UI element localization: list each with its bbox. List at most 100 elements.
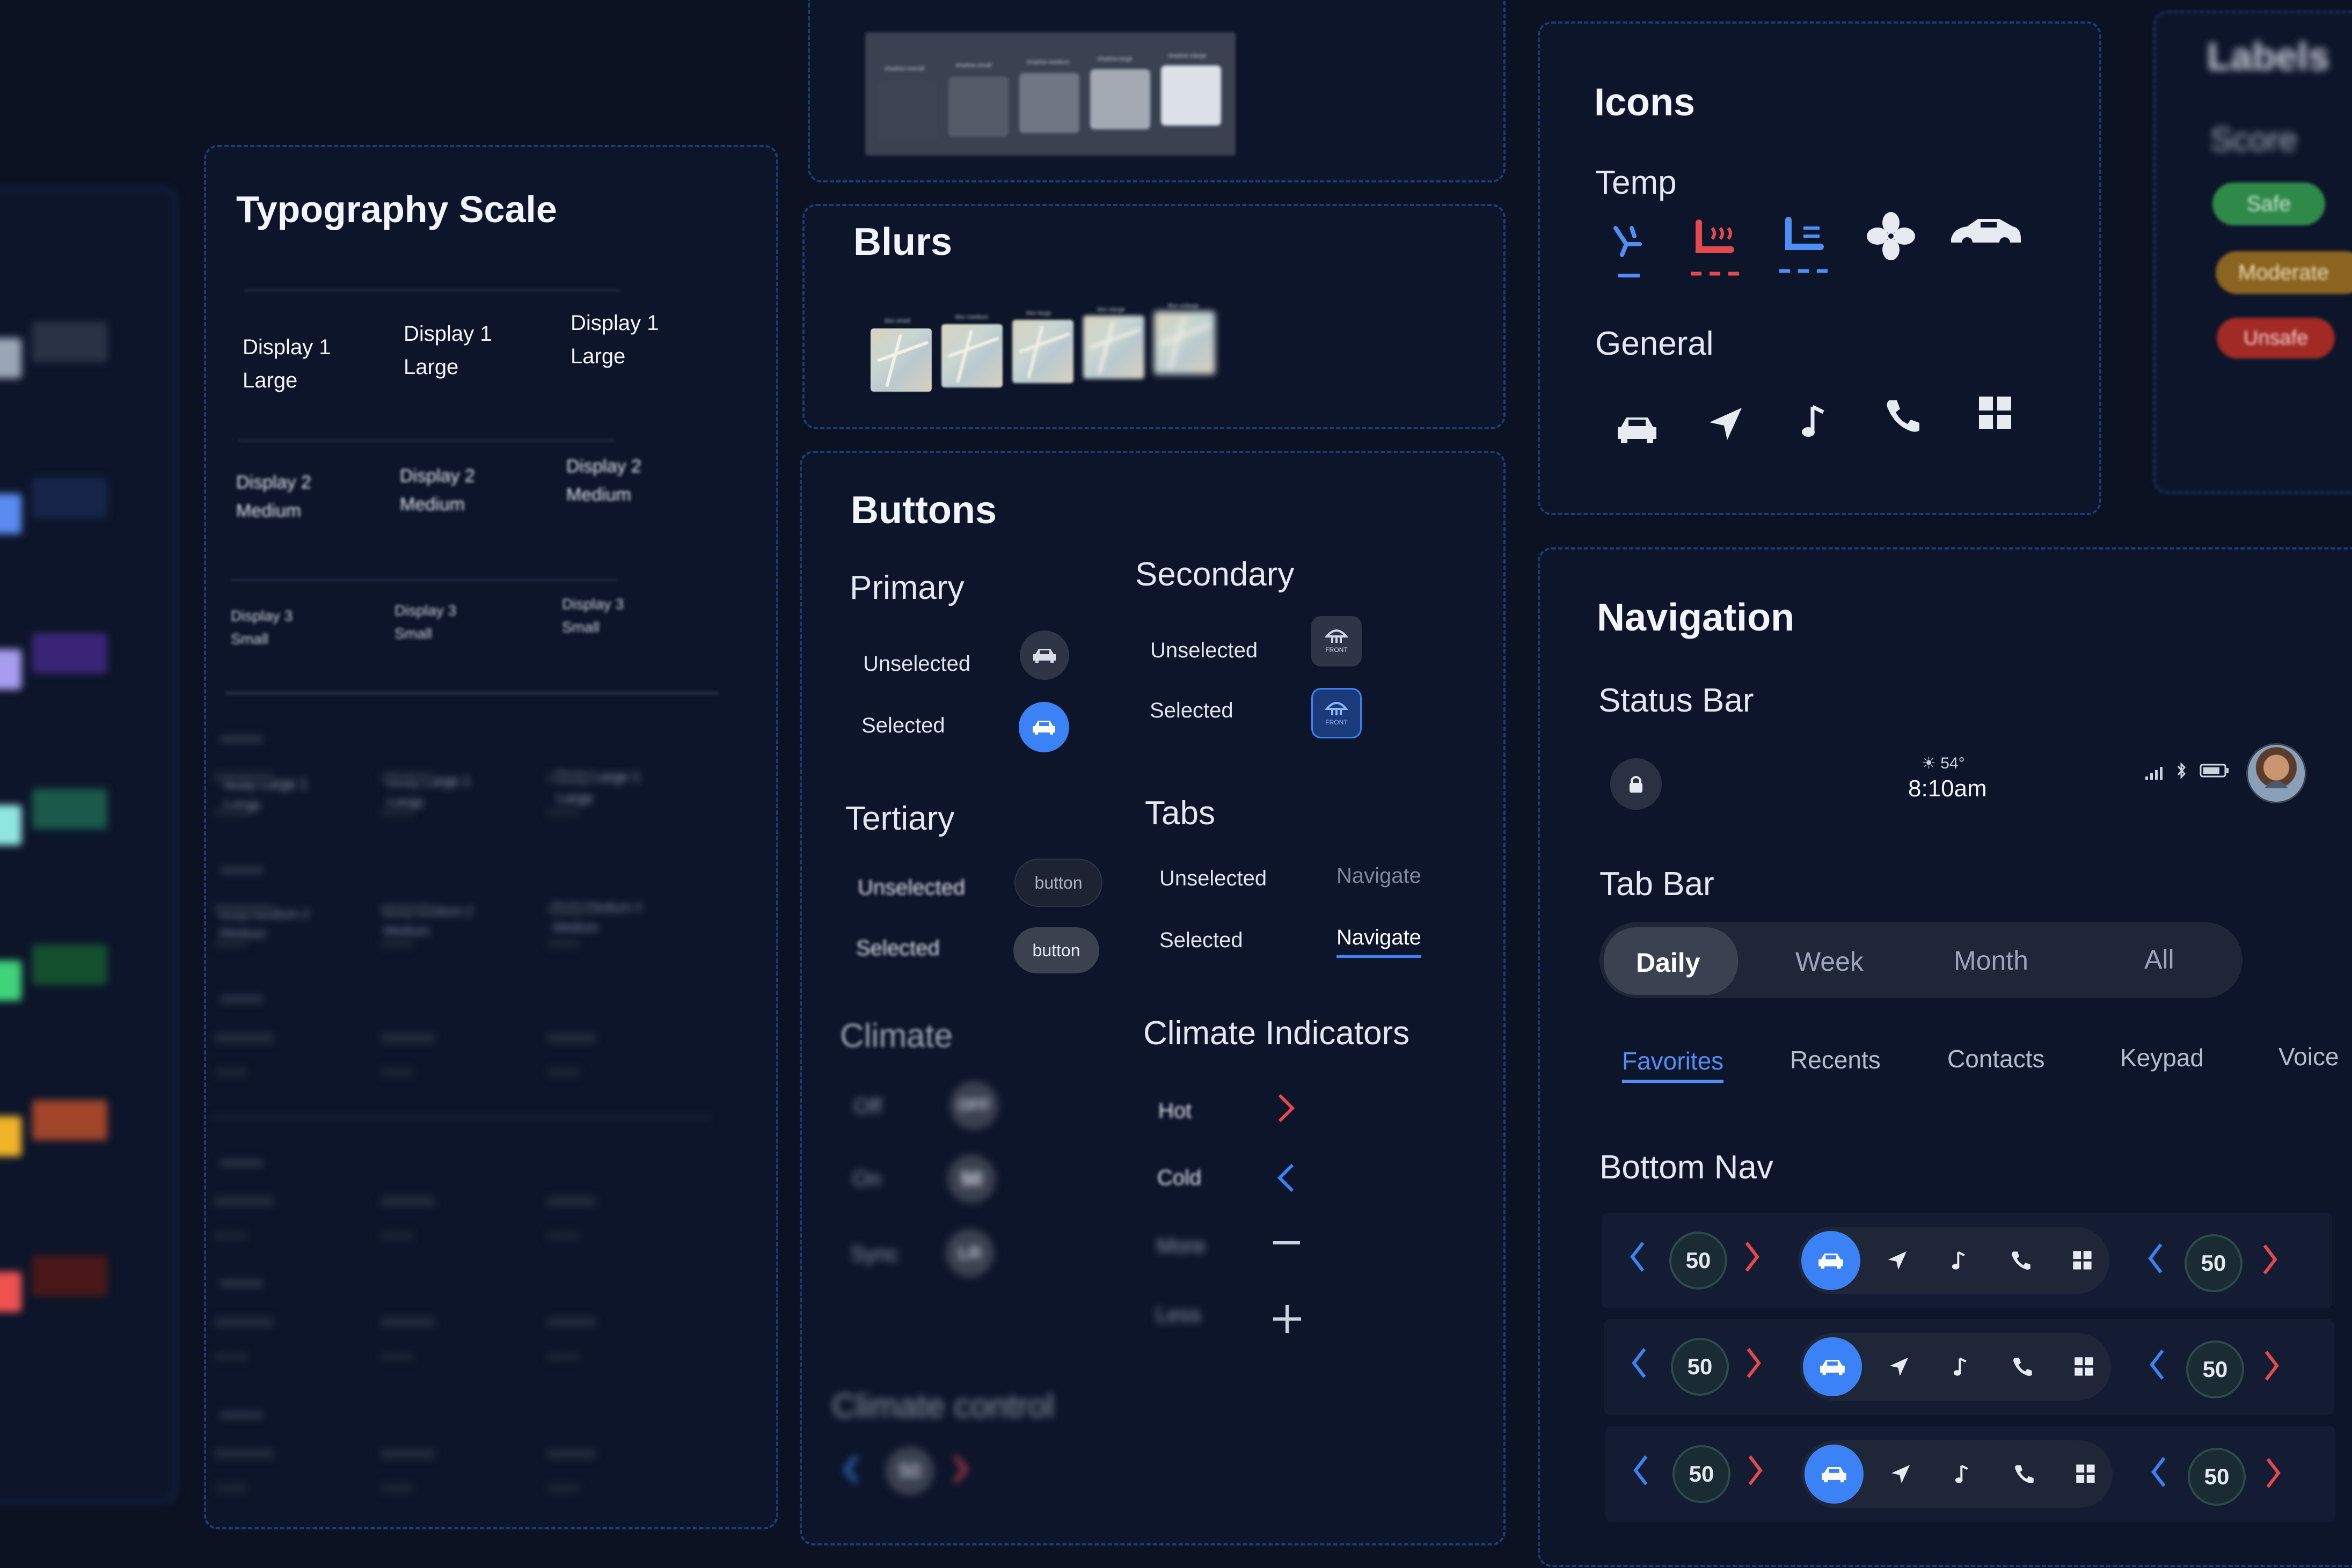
navigation-arrow-icon[interactable] (1887, 1250, 1908, 1271)
nav-navigation-arrow-button[interactable] (1888, 1356, 1910, 1378)
car-icon[interactable] (1821, 1464, 1847, 1484)
seat-heat-icon[interactable] (1688, 217, 1744, 279)
chevron-left-icon[interactable] (1632, 1454, 1648, 1486)
grid-icon[interactable] (2072, 1250, 2093, 1271)
nav-car-button[interactable] (1805, 1445, 1864, 1504)
nav-car-button[interactable] (1803, 1337, 1862, 1396)
chevron-left-icon[interactable] (2150, 1456, 2166, 1488)
nav-grid-button[interactable] (2073, 1356, 2095, 1378)
temp-decrease-left[interactable] (1631, 1347, 1647, 1379)
navigation-arrow-icon[interactable] (1888, 1356, 1910, 1378)
music-note-icon[interactable] (1948, 1250, 1970, 1271)
grid-icon[interactable] (2073, 1356, 2095, 1378)
seat-recline-icon[interactable] (1610, 223, 1648, 282)
navigation-arrow-icon[interactable] (1890, 1463, 1911, 1485)
chevron-right-icon[interactable] (2266, 1457, 2282, 1489)
phone-tab-voice[interactable]: Voice (2278, 1042, 2339, 1071)
tertiary-unselected-button[interactable]: button (1014, 859, 1102, 907)
climate-control-stepper[interactable]: 50 (837, 1444, 998, 1497)
music-note-icon[interactable] (1801, 402, 1828, 440)
nav-car-button[interactable] (1801, 1231, 1860, 1290)
seat-cool-icon[interactable] (1777, 215, 1833, 276)
climate-off-button[interactable]: OFF (950, 1081, 998, 1130)
avatar[interactable] (2246, 743, 2306, 803)
chevron-left-icon[interactable] (1629, 1241, 1645, 1273)
tab-unselected[interactable]: Navigate (1336, 864, 1421, 888)
chevron-left-icon[interactable] (2147, 1242, 2163, 1274)
temp-decrease-right[interactable] (2147, 1242, 2163, 1274)
chevron-right-icon[interactable] (1276, 1092, 1296, 1124)
music-note-icon[interactable] (1952, 1463, 1973, 1485)
chevron-left-icon[interactable] (2149, 1349, 2165, 1381)
secondary-unselected-button[interactable]: FRONT (1311, 616, 1362, 666)
music-note-icon[interactable] (1950, 1356, 1971, 1378)
nav-music-note-button[interactable] (1948, 1250, 1970, 1271)
tab-bar-item-all[interactable]: All (2144, 944, 2174, 975)
primary-unselected-button[interactable] (1020, 631, 1069, 680)
temp-increase-right[interactable] (2264, 1350, 2280, 1382)
tab-bar-item-week[interactable]: Week (1795, 946, 1864, 977)
grid-icon[interactable] (1977, 394, 2014, 432)
chevron-left-icon[interactable] (843, 1454, 859, 1484)
phone-tab-keypad[interactable]: Keypad (2120, 1043, 2204, 1072)
chevron-right-icon[interactable] (953, 1454, 969, 1484)
car-icon[interactable] (1817, 1251, 1844, 1270)
skeleton-caption (220, 1411, 263, 1419)
nav-music-note-button[interactable] (1950, 1356, 1971, 1378)
temp-increase-left[interactable] (1748, 1454, 1764, 1486)
secondary-selected-button[interactable]: FRONT (1311, 688, 1362, 738)
car-icon (1033, 649, 1056, 663)
tab-bar-item-month[interactable]: Month (1954, 945, 2028, 976)
chevron-right-icon[interactable] (1744, 1241, 1761, 1273)
nav-music-note-button[interactable] (1952, 1463, 1973, 1485)
fan-icon[interactable] (1867, 212, 1915, 260)
labels-title: Labels (2207, 35, 2330, 78)
chevron-right-icon[interactable] (1748, 1454, 1764, 1486)
temp-decrease-left[interactable] (1629, 1241, 1645, 1273)
display-large-caption (244, 290, 620, 291)
nav-phone-button[interactable] (2012, 1356, 2033, 1378)
climate-on-button[interactable]: 50 (947, 1155, 996, 1203)
phone-tab-favorites[interactable]: Favorites (1622, 1046, 1724, 1083)
phone-icon[interactable] (2010, 1250, 2032, 1271)
climate-sync-button[interactable]: LR (946, 1229, 994, 1277)
minus-icon[interactable] (1273, 1240, 1300, 1246)
nav-grid-button[interactable] (2072, 1250, 2093, 1271)
navigation-arrow-icon[interactable] (1707, 405, 1744, 443)
car-side-icon[interactable] (1948, 215, 2024, 252)
palette-swatch (32, 478, 107, 518)
nav-phone-button[interactable] (2013, 1463, 2035, 1485)
type-sample-line1: Display 1 (243, 335, 331, 359)
phone-tab-recents[interactable]: Recents (1790, 1045, 1881, 1074)
nav-navigation-arrow-button[interactable] (1890, 1463, 1911, 1485)
temp-decrease-left[interactable] (1632, 1454, 1648, 1486)
tab-bar-item-daily[interactable]: Daily (1636, 947, 1700, 978)
grid-icon[interactable] (2075, 1463, 2097, 1485)
car-icon[interactable] (1819, 1357, 1846, 1376)
temp-increase-right[interactable] (2266, 1457, 2282, 1489)
tab-selected[interactable]: Navigate (1336, 926, 1421, 958)
chevron-right-icon[interactable] (1746, 1347, 1762, 1379)
icons-title: Icons (1594, 81, 1696, 124)
primary-selected-button[interactable] (1019, 702, 1069, 752)
nav-grid-button[interactable] (2075, 1463, 2097, 1485)
temp-decrease-right[interactable] (2150, 1456, 2166, 1488)
phone-tab-contacts[interactable]: Contacts (1947, 1044, 2045, 1073)
chevron-right-icon[interactable] (2262, 1243, 2278, 1276)
nav-phone-button[interactable] (2010, 1250, 2032, 1271)
chevron-left-icon[interactable] (1276, 1162, 1296, 1194)
chevron-right-icon[interactable] (2264, 1350, 2280, 1382)
phone-icon[interactable] (2012, 1356, 2033, 1378)
car-icon[interactable] (1616, 413, 1659, 445)
lock-button[interactable] (1610, 758, 1662, 810)
chevron-left-icon[interactable] (1631, 1347, 1647, 1379)
phone-icon[interactable] (2013, 1463, 2035, 1485)
temp-increase-left[interactable] (1746, 1347, 1762, 1379)
temp-increase-left[interactable] (1744, 1241, 1761, 1273)
tertiary-selected-button[interactable]: button (1013, 927, 1099, 973)
temp-decrease-right[interactable] (2149, 1349, 2165, 1381)
phone-icon[interactable] (1884, 397, 1922, 435)
plus-icon[interactable] (1273, 1305, 1301, 1333)
temp-increase-right[interactable] (2262, 1243, 2278, 1276)
nav-navigation-arrow-button[interactable] (1887, 1250, 1908, 1271)
